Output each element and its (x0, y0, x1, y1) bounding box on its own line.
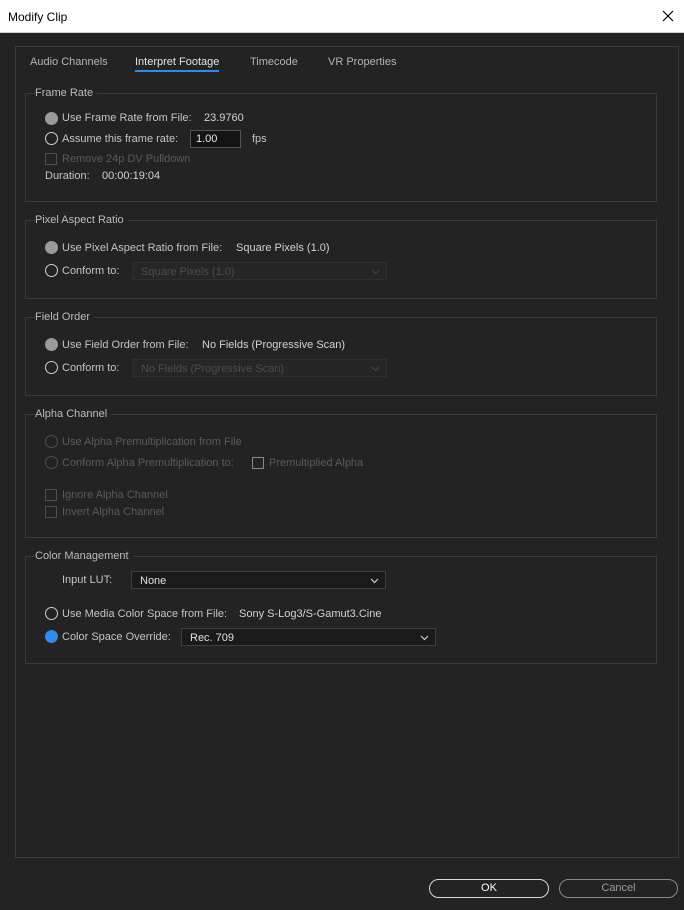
title-bar: Modify Clip (0, 0, 684, 33)
pixel-aspect-select-value: Square Pixels (1.0) (141, 266, 235, 278)
assume-frame-rate-label: Assume this frame rate: (62, 133, 179, 145)
conform-alpha-premult-radio[interactable] (45, 456, 58, 469)
close-icon (662, 10, 674, 22)
alpha-channel-group (25, 414, 657, 538)
premultiplied-alpha-label: Premultiplied Alpha (269, 457, 364, 469)
use-media-color-space-label: Use Media Color Space from File: (62, 608, 228, 620)
field-order-select[interactable]: No Fields (Progressive Scan) (132, 359, 387, 377)
use-frame-rate-radio[interactable] (45, 112, 58, 125)
color-space-override-label: Color Space Override: (62, 631, 171, 643)
close-button[interactable] (654, 0, 684, 32)
input-lut-label: Input LUT: (62, 574, 113, 586)
chevron-down-icon (420, 635, 429, 641)
conform-alpha-premult-label: Conform Alpha Premultiplication to: (62, 457, 234, 469)
duration-label: Duration: (45, 170, 90, 182)
frame-rate-input[interactable] (190, 130, 241, 148)
use-pixel-aspect-label: Use Pixel Aspect Ratio from File: (62, 242, 223, 254)
conform-field-order-label: Conform to: (62, 362, 120, 374)
input-lut-select[interactable]: None (131, 571, 386, 589)
conform-field-order-radio[interactable] (45, 361, 58, 374)
frame-rate-legend: Frame Rate (35, 87, 98, 99)
color-space-override-select[interactable]: Rec. 709 (181, 628, 436, 646)
use-frame-rate-label: Use Frame Rate from File: (62, 112, 192, 124)
fps-label: fps (252, 133, 267, 145)
file-pixel-aspect-value: Square Pixels (1.0) (236, 242, 330, 254)
use-alpha-premult-label: Use Alpha Premultiplication from File (62, 436, 242, 448)
ok-button[interactable]: OK (429, 879, 549, 898)
field-order-legend: Field Order (35, 311, 95, 323)
cancel-button[interactable]: Cancel (559, 879, 678, 898)
chevron-down-icon (371, 366, 380, 372)
assume-frame-rate-radio[interactable] (45, 132, 58, 145)
field-order-group (25, 317, 657, 396)
remove-pulldown-label: Remove 24p DV Pulldown (62, 153, 191, 165)
duration-value: 00:00:19:04 (102, 170, 161, 182)
file-frame-rate-value: 23.9760 (204, 112, 244, 124)
use-alpha-premult-radio[interactable] (45, 435, 58, 448)
conform-pixel-aspect-radio[interactable] (45, 264, 58, 277)
color-space-override-radio[interactable] (45, 630, 58, 643)
remove-pulldown-checkbox[interactable] (45, 153, 57, 165)
tab-vr-properties[interactable]: VR Properties (328, 56, 396, 68)
window-title: Modify Clip (8, 10, 68, 24)
tab-timecode[interactable]: Timecode (250, 56, 298, 68)
invert-alpha-checkbox[interactable] (45, 506, 57, 518)
use-field-order-radio[interactable] (45, 338, 58, 351)
alpha-channel-legend: Alpha Channel (35, 408, 112, 420)
invert-alpha-label: Invert Alpha Channel (62, 506, 165, 518)
color-management-legend: Color Management (35, 550, 133, 562)
premultiplied-alpha-checkbox[interactable] (252, 457, 264, 469)
file-field-order-value: No Fields (Progressive Scan) (202, 339, 346, 351)
pixel-aspect-select[interactable]: Square Pixels (1.0) (132, 262, 387, 280)
use-media-color-space-radio[interactable] (45, 607, 58, 620)
ignore-alpha-label: Ignore Alpha Channel (62, 489, 168, 501)
input-lut-select-value: None (140, 575, 167, 587)
chevron-down-icon (370, 578, 379, 584)
chevron-down-icon (371, 269, 380, 275)
ignore-alpha-checkbox[interactable] (45, 489, 57, 501)
media-color-space-value: Sony S-Log3/S-Gamut3.Cine (239, 608, 382, 620)
color-space-override-select-value: Rec. 709 (190, 632, 235, 644)
use-pixel-aspect-radio[interactable] (45, 241, 58, 254)
field-order-select-value: No Fields (Progressive Scan) (141, 363, 285, 375)
tab-audio-channels[interactable]: Audio Channels (30, 56, 108, 68)
frame-rate-group (25, 93, 657, 202)
pixel-aspect-legend: Pixel Aspect Ratio (35, 214, 128, 226)
use-field-order-label: Use Field Order from File: (62, 339, 189, 351)
tab-interpret-footage[interactable]: Interpret Footage (135, 56, 220, 72)
conform-pixel-aspect-label: Conform to: (62, 265, 120, 277)
pixel-aspect-group (25, 220, 657, 299)
